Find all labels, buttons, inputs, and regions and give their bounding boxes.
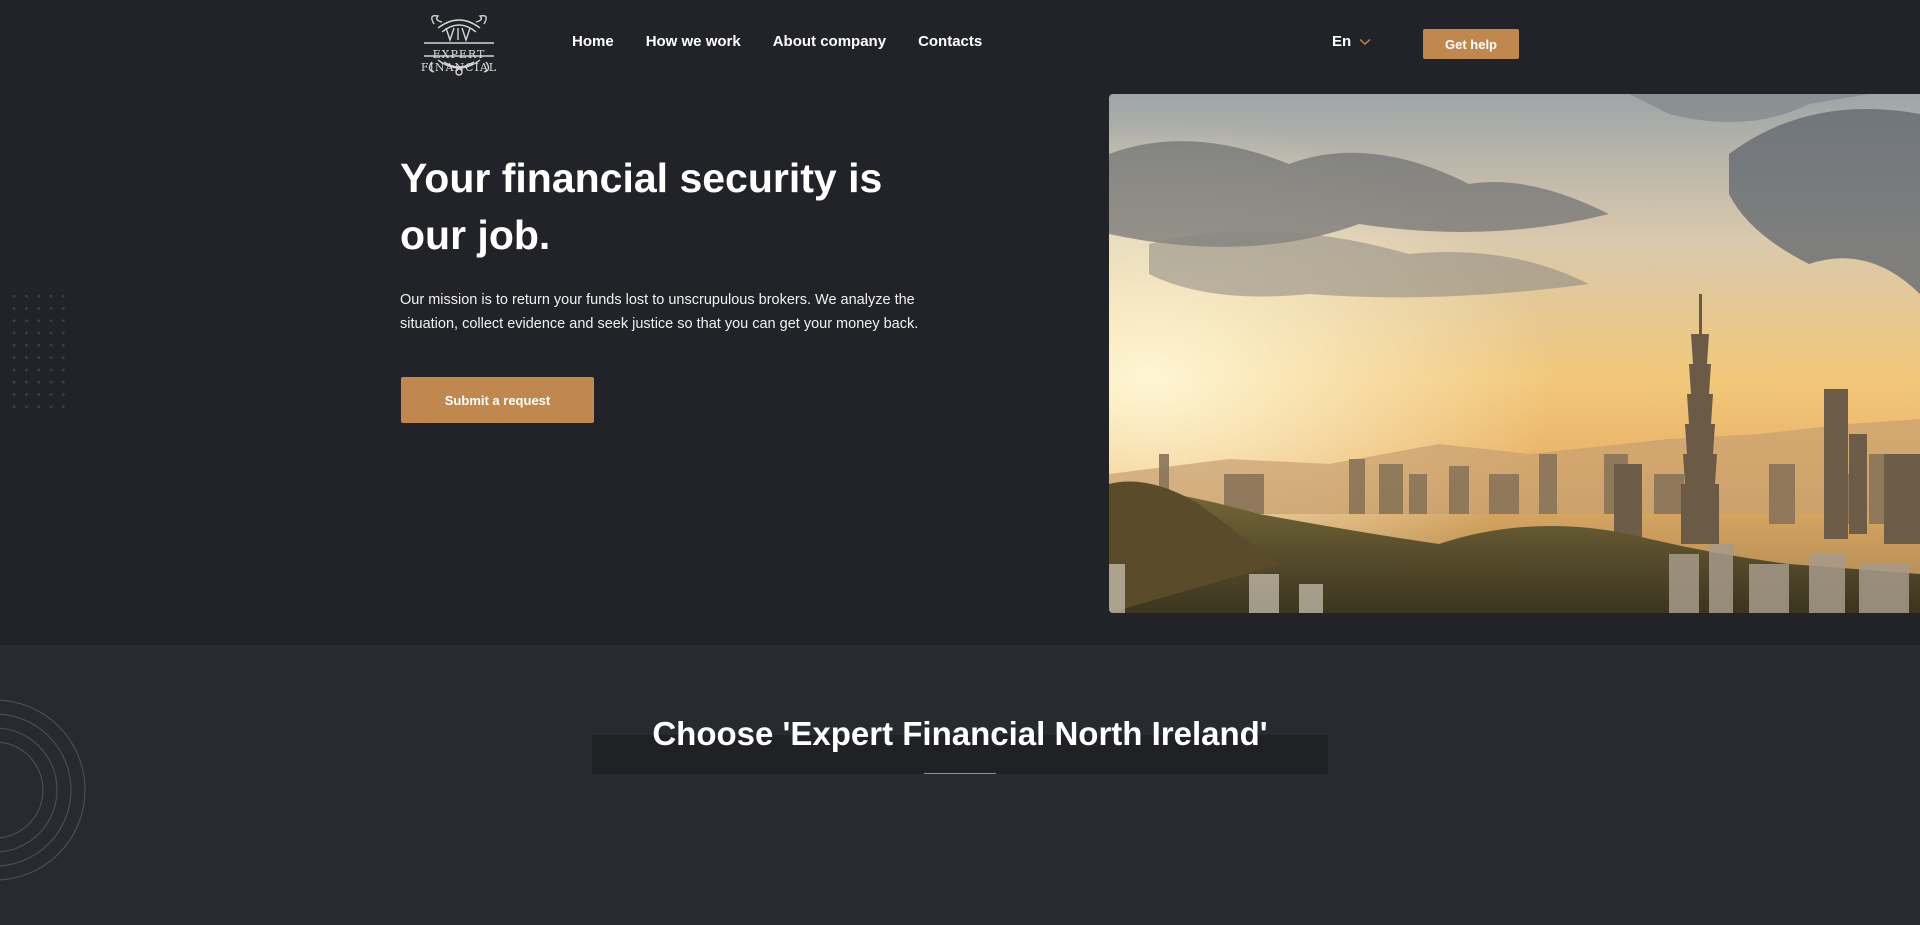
nav-about-company[interactable]: About company: [773, 33, 886, 50]
title-underline: [924, 773, 996, 774]
chevron-down-icon: [1359, 38, 1371, 45]
site-header: EXPERT FINANCIAL Home How we work About …: [0, 0, 1920, 86]
get-help-button[interactable]: Get help: [1423, 29, 1519, 59]
nav-contacts[interactable]: Contacts: [918, 33, 982, 50]
language-selector[interactable]: En: [1332, 33, 1371, 50]
logo[interactable]: EXPERT FINANCIAL: [398, 10, 520, 78]
hero-title: Your financial security is our job.: [400, 155, 883, 258]
section-title: Choose 'Expert Financial North Ireland': [652, 715, 1268, 752]
nav-how-we-work[interactable]: How we work: [646, 33, 741, 50]
nav-home[interactable]: Home: [572, 33, 614, 50]
hero-city-skyline-image: [1109, 94, 1920, 613]
language-label: En: [1332, 33, 1352, 50]
dot-grid-decoration: [8, 290, 72, 418]
main-nav: Home How we work About company Contacts: [572, 33, 1014, 50]
hero-description: Our mission is to return your funds lost…: [400, 292, 919, 332]
why-choose-section: Choose 'Expert Financial North Ireland': [0, 645, 1920, 925]
submit-request-button[interactable]: Submit a request: [401, 377, 594, 423]
logo-text: EXPERT FINANCIAL: [420, 48, 498, 74]
